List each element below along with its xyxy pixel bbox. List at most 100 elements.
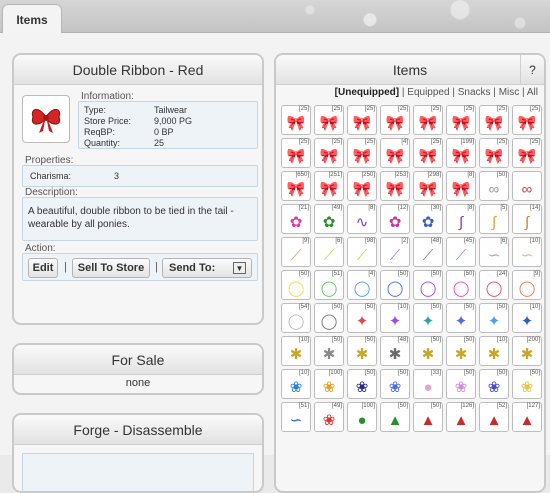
inventory-slot[interactable]: ∿ [8] [347, 204, 377, 234]
inventory-slot[interactable]: ◯ [9] [512, 270, 542, 300]
inventory-slot[interactable]: 🎀 [650] [281, 171, 311, 201]
inventory-slot[interactable]: ▲ [50] [413, 402, 443, 432]
inventory-slot[interactable]: 🎀 [298] [413, 171, 443, 201]
inventory-slot[interactable]: ◯ [4] [347, 270, 377, 300]
inventory-slot[interactable]: 🎀 [251] [314, 171, 344, 201]
inventory-slot[interactable]: ✦ [10] [512, 303, 542, 333]
inventory-slot[interactable]: ✦ [50] [479, 303, 509, 333]
inventory-slot[interactable]: ◯ [54] [281, 303, 311, 333]
filter-equipped[interactable]: Equipped [407, 87, 449, 98]
inventory-slot[interactable]: 🎀 [25] [413, 138, 443, 168]
forge-drop-area[interactable] [22, 453, 254, 491]
inventory-slot[interactable]: ⟋ [45] [446, 237, 476, 267]
inventory-slot[interactable]: 🎀 [253] [380, 171, 410, 201]
inventory-slot[interactable]: ❀ [49] [314, 402, 344, 432]
inventory-slot[interactable]: ❀ [50] [380, 369, 410, 399]
inventory-slot[interactable]: 🎀 [25] [479, 138, 509, 168]
inventory-slot[interactable]: ▲ [52] [479, 402, 509, 432]
inventory-slot[interactable]: ✱ [50] [413, 336, 443, 366]
inventory-slot[interactable]: ◯ [24] [479, 270, 509, 300]
inventory-slot[interactable]: ✱ [200] [512, 336, 542, 366]
inventory-slot[interactable]: ⟋ [6] [314, 237, 344, 267]
inventory-slot[interactable]: ● [100] [347, 402, 377, 432]
inventory-slot[interactable]: 🎀 [25] [413, 105, 443, 135]
inventory-slot[interactable]: 🎀 [25] [446, 105, 476, 135]
item-count: [50] [463, 304, 474, 310]
inventory-slot[interactable]: ⟋ [9] [281, 237, 311, 267]
inventory-slot[interactable]: ✿ [21] [281, 204, 311, 234]
inventory-slot[interactable]: ◯ [50] [446, 270, 476, 300]
edit-button[interactable]: Edit [28, 258, 58, 278]
inventory-slot[interactable]: 🎀 [25] [512, 105, 542, 135]
inventory-slot[interactable]: ▲ [126] [446, 402, 476, 432]
filter-unequipped[interactable]: [Unequipped] [335, 87, 399, 98]
inventory-slot[interactable]: ✦ [50] [347, 303, 377, 333]
inventory-slot[interactable]: ∞ [50] [479, 171, 509, 201]
filter-misc[interactable]: Misc [499, 87, 520, 98]
inventory-slot[interactable]: ● [33] [413, 369, 443, 399]
inventory-slot[interactable]: 🎀 [8] [446, 171, 476, 201]
inventory-slot[interactable]: ✿ [12] [380, 204, 410, 234]
inventory-slot[interactable]: ◯ [50] [413, 270, 443, 300]
inventory-slot[interactable]: ∫ [14] [512, 204, 542, 234]
item-icon: ◯ [518, 279, 536, 297]
help-button[interactable]: ? [520, 55, 544, 85]
inventory-slot[interactable]: ❀ [10] [281, 369, 311, 399]
inventory-slot[interactable]: ∽ [6] [479, 237, 509, 267]
item-icon: 🎀 [385, 114, 405, 132]
filter-all[interactable]: All [527, 87, 538, 98]
inventory-slot[interactable]: ◯ [51] [314, 270, 344, 300]
inventory-slot[interactable]: ✱ [50] [446, 336, 476, 366]
item-icon: ▲ [387, 411, 403, 429]
inventory-slot[interactable]: 🎀 [250] [347, 171, 377, 201]
inventory-slot[interactable]: ✦ [10] [380, 303, 410, 333]
inventory-slot[interactable]: ✱ [50] [347, 336, 377, 366]
inventory-slot[interactable]: 🎀 [25] [380, 105, 410, 135]
inventory-slot[interactable]: 🎀 [25] [479, 105, 509, 135]
inventory-slot[interactable]: ⟋ [98] [347, 237, 377, 267]
inventory-slot[interactable]: ✱ [10] [281, 336, 311, 366]
inventory-slot[interactable]: ◯ [50] [281, 270, 311, 300]
inventory-slot[interactable]: 🎀 [25] [314, 138, 344, 168]
item-count: [4] [368, 271, 375, 277]
item-count: [25] [496, 139, 507, 145]
inventory-slot[interactable]: 🎀 [25] [281, 105, 311, 135]
inventory-slot[interactable]: ✱ [10] [479, 336, 509, 366]
inventory-slot[interactable]: ❀ [50] [347, 369, 377, 399]
inventory-slot[interactable]: ◯ [50] [380, 270, 410, 300]
inventory-slot[interactable]: ∞ [512, 171, 542, 201]
inventory-slot[interactable]: ▲ [127] [512, 402, 542, 432]
for-sale-value: none [125, 377, 151, 389]
filter-snacks[interactable]: Snacks [458, 87, 491, 98]
inventory-slot[interactable]: 🎀 [199] [446, 138, 476, 168]
inventory-slot[interactable]: ❀ [50] [512, 369, 542, 399]
inventory-slot[interactable]: 🎀 [25] [512, 138, 542, 168]
inventory-slot[interactable]: ✦ [50] [446, 303, 476, 333]
inventory-slot[interactable]: ✱ [48] [380, 336, 410, 366]
inventory-slot[interactable]: ✱ [50] [314, 336, 344, 366]
inventory-slot[interactable]: ◯ [50] [314, 303, 344, 333]
inventory-slot[interactable]: ✿ [30] [413, 204, 443, 234]
inventory-slot[interactable]: ∫ [5] [479, 204, 509, 234]
inventory-slot[interactable]: 🎀 [25] [347, 105, 377, 135]
item-icon: ✱ [421, 345, 435, 363]
inventory-slot[interactable]: ❀ [50] [446, 369, 476, 399]
inventory-slot[interactable]: ❀ [100] [314, 369, 344, 399]
inventory-slot[interactable]: ⟋ [2] [380, 237, 410, 267]
inventory-slot[interactable]: ∽ [10] [512, 237, 542, 267]
inventory-slot[interactable]: ✦ [50] [413, 303, 443, 333]
dropdown-arrow-icon[interactable]: ▼ [233, 262, 246, 274]
inventory-slot[interactable]: 🎀 [25] [347, 138, 377, 168]
inventory-slot[interactable]: 🎀 [4] [380, 138, 410, 168]
inventory-slot[interactable]: ∽ [51] [281, 402, 311, 432]
inventory-slot[interactable]: 🎀 [25] [314, 105, 344, 135]
inventory-slot[interactable]: ⟋ [48] [413, 237, 443, 267]
sell-to-store-button[interactable]: Sell To Store [72, 258, 150, 278]
inventory-slot[interactable]: ❀ [50] [479, 369, 509, 399]
inventory-slot[interactable]: ✿ [49] [314, 204, 344, 234]
tab-items[interactable]: Items [2, 4, 62, 34]
item-count: [253] [394, 172, 408, 178]
inventory-slot[interactable]: ∫ [8] [446, 204, 476, 234]
inventory-slot[interactable]: ▲ [50] [380, 402, 410, 432]
inventory-slot[interactable]: 🎀 [25] [281, 138, 311, 168]
